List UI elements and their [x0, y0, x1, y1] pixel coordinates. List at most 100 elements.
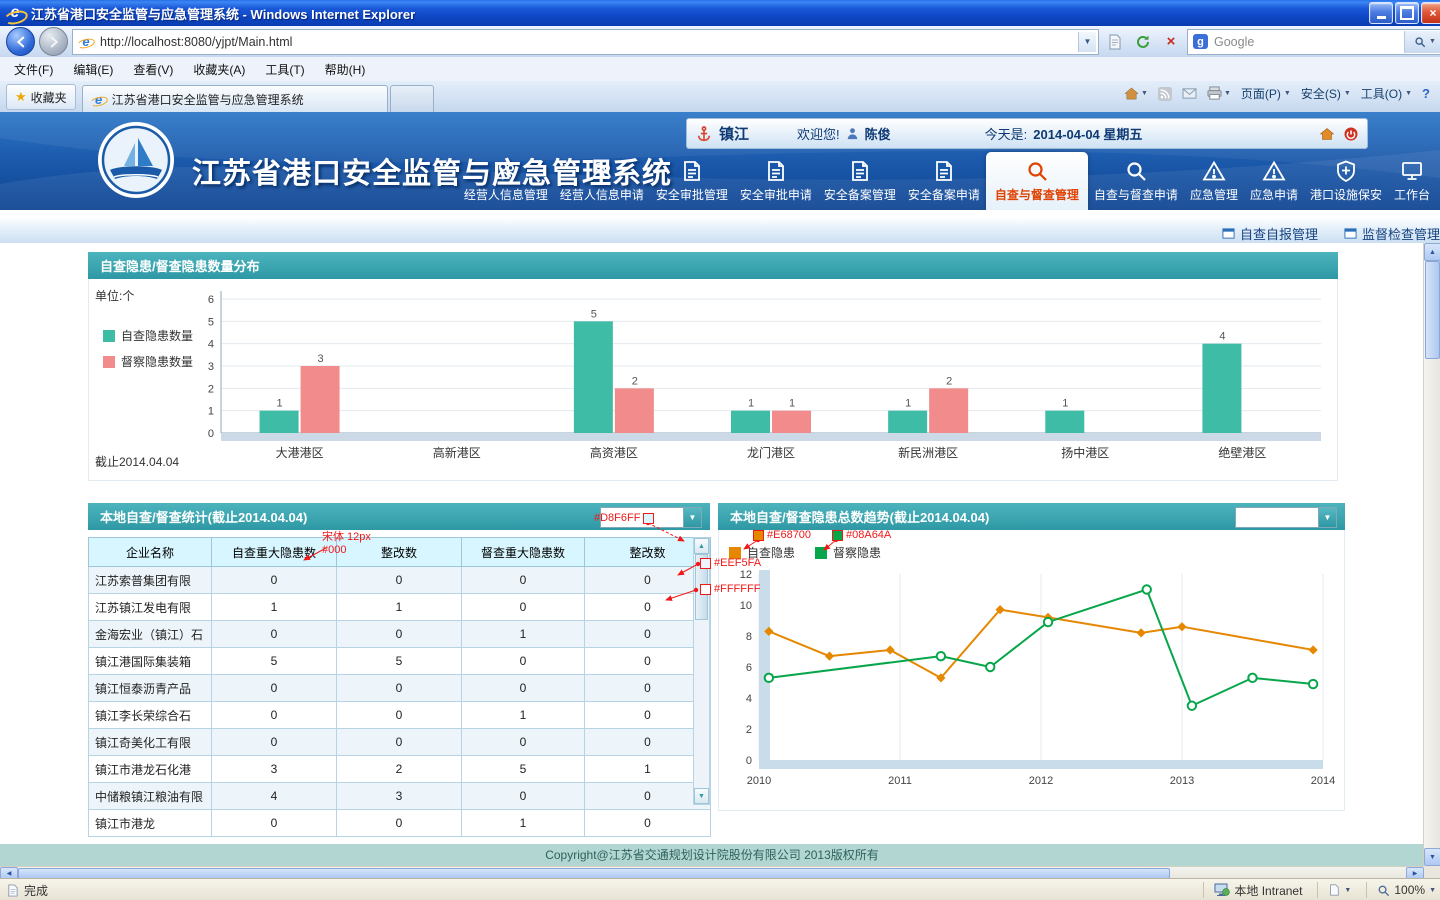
- value-cell: 1: [585, 756, 711, 783]
- search-button[interactable]: ▼: [1404, 31, 1440, 53]
- nav-item-11[interactable]: 港口设施保安: [1304, 154, 1388, 210]
- address-input[interactable]: [98, 34, 1074, 50]
- table-row[interactable]: 镇江市港龙0010: [89, 810, 711, 837]
- scroll-up-button[interactable]: ▲: [694, 538, 709, 554]
- company-name-cell: 镇江恒泰沥青产品: [89, 675, 212, 702]
- address-dropdown-button[interactable]: ▼: [1078, 32, 1096, 52]
- legend-item: 督察隐患: [815, 544, 881, 561]
- submenu-self-report[interactable]: 自查自报管理: [1222, 224, 1318, 243]
- table-row[interactable]: 江苏镇江发电有限1100: [89, 594, 711, 621]
- document-icon: [764, 159, 788, 183]
- value-cell: 0: [337, 567, 462, 594]
- zoom-control[interactable]: 100% ▼: [1366, 882, 1440, 898]
- nav-item-12[interactable]: 工作台: [1388, 154, 1436, 210]
- page-content: 自查隐患/督查隐患数量分布 单位:个 自查隐患数量督察隐患数量 截止2014.0…: [0, 243, 1424, 866]
- minimize-button[interactable]: [1369, 2, 1393, 24]
- vertical-scrollbar[interactable]: ▲ ▼: [1423, 243, 1440, 866]
- menu-favorites[interactable]: 收藏夹(A): [183, 58, 255, 81]
- nav-item-5[interactable]: 安全备案管理: [818, 154, 902, 210]
- ie-logo-icon: e: [5, 5, 25, 21]
- feed-icon[interactable]: [1158, 87, 1172, 101]
- table-row[interactable]: 江苏索普集团有限0000: [89, 567, 711, 594]
- nav-item-6[interactable]: 安全备案申请: [902, 154, 986, 210]
- svg-text:8: 8: [746, 631, 752, 643]
- page-menu[interactable]: 页面(P)▼: [1241, 85, 1291, 102]
- nav-label: 应急管理: [1190, 186, 1238, 203]
- nav-label: 应急申请: [1250, 186, 1298, 203]
- user-name: 陈俊: [865, 124, 891, 143]
- tools-menu[interactable]: 工具(O)▼: [1361, 85, 1412, 102]
- security-menu[interactable]: 安全(S)▼: [1301, 85, 1351, 102]
- home-button[interactable]: ▼: [1124, 86, 1148, 101]
- svg-text:1: 1: [905, 398, 911, 410]
- menu-edit[interactable]: 编辑(E): [63, 58, 123, 81]
- scroll-down-button[interactable]: ▼: [1424, 848, 1440, 866]
- search-input[interactable]: [1212, 34, 1400, 50]
- table-row[interactable]: 中储粮镇江粮油有限4300: [89, 783, 711, 810]
- table-row[interactable]: 镇江奇美化工有限0000: [89, 729, 711, 756]
- menu-help[interactable]: 帮助(H): [315, 58, 376, 81]
- table-row[interactable]: 镇江港国际集装箱5500: [89, 648, 711, 675]
- close-button[interactable]: ×: [1421, 2, 1440, 24]
- table-row[interactable]: 镇江市港龙石化港3251: [89, 756, 711, 783]
- search-box[interactable]: g ▼: [1187, 29, 1440, 55]
- restore-button[interactable]: [1395, 2, 1419, 24]
- scrollbar-corner: [1424, 866, 1440, 878]
- home-shortcut-icon[interactable]: [1319, 126, 1335, 142]
- nav-item-9[interactable]: 应急管理: [1184, 154, 1244, 210]
- nav-item-7[interactable]: 自查与督查管理: [986, 152, 1088, 210]
- scroll-up-button[interactable]: ▲: [1424, 243, 1440, 261]
- value-cell: 0: [462, 648, 585, 675]
- nav-item-4[interactable]: 安全审批申请: [734, 154, 818, 210]
- table-scrollbar[interactable]: ▲ ▼: [693, 537, 710, 805]
- svg-text:0: 0: [746, 755, 752, 767]
- nav-item-3[interactable]: 安全审批管理: [650, 154, 734, 210]
- value-cell: 0: [337, 729, 462, 756]
- date-value: 2014-04-04 星期五: [1033, 124, 1142, 143]
- address-bar[interactable]: e ▼: [72, 29, 1099, 55]
- table-row[interactable]: 金海宏业（镇江）石0010: [89, 621, 711, 648]
- table-filter-dropdown[interactable]: ▼: [600, 507, 702, 528]
- menu-view[interactable]: 查看(V): [123, 58, 183, 81]
- submenu-supervision[interactable]: 监督检查管理: [1344, 224, 1440, 243]
- logout-icon[interactable]: [1343, 126, 1359, 142]
- trend-filter-dropdown[interactable]: ▼: [1235, 507, 1337, 528]
- print-button[interactable]: ▼: [1207, 86, 1231, 101]
- favorites-button[interactable]: ★ 收藏夹: [6, 84, 76, 110]
- nav-item-1[interactable]: 经营人信息管理: [458, 154, 554, 210]
- nav-item-2[interactable]: 经营人信息申请: [554, 154, 650, 210]
- phishing-filter[interactable]: ▼: [1317, 882, 1361, 898]
- nav-item-8[interactable]: 自查与督查申请: [1088, 154, 1184, 210]
- scroll-thumb[interactable]: [695, 554, 708, 620]
- compatibility-view-button[interactable]: [1103, 30, 1127, 54]
- back-button[interactable]: [6, 27, 35, 56]
- svg-text:3: 3: [208, 361, 214, 373]
- forward-button[interactable]: [39, 27, 68, 56]
- value-cell: 1: [462, 810, 585, 837]
- nav-label: 港口设施保安: [1310, 186, 1382, 203]
- value-cell: 0: [212, 567, 337, 594]
- security-menu-label: 安全(S): [1301, 85, 1341, 102]
- scroll-down-button[interactable]: ▼: [694, 788, 709, 804]
- stats-table-wrap: 企业名称自查重大隐患数整改数督查重大隐患数整改数 江苏索普集团有限0000江苏镇…: [88, 537, 710, 803]
- scroll-thumb[interactable]: [1425, 261, 1440, 359]
- mail-button[interactable]: [1182, 87, 1197, 100]
- table-row[interactable]: 镇江李长荣综合石0010: [89, 702, 711, 729]
- app-logo: [96, 120, 176, 200]
- chevron-down-icon[interactable]: ▼: [683, 508, 701, 527]
- table-row[interactable]: 镇江恒泰沥青产品0000: [89, 675, 711, 702]
- svg-text:1: 1: [748, 398, 754, 410]
- document-icon: [680, 159, 704, 183]
- stop-button[interactable]: ×: [1159, 30, 1183, 54]
- browser-tab[interactable]: e 江苏省港口安全监管与应急管理系统: [82, 85, 388, 112]
- nav-item-10[interactable]: 应急申请: [1244, 154, 1304, 210]
- menu-file[interactable]: 文件(F): [4, 58, 63, 81]
- new-tab-stub[interactable]: [390, 85, 434, 112]
- refresh-button[interactable]: [1131, 30, 1155, 54]
- svg-text:10: 10: [740, 600, 752, 612]
- help-button[interactable]: ?: [1422, 86, 1430, 101]
- legend-label: 督察隐患: [833, 544, 881, 561]
- menu-tools[interactable]: 工具(T): [255, 58, 314, 81]
- chevron-down-icon[interactable]: ▼: [1318, 508, 1336, 527]
- svg-text:1: 1: [789, 398, 795, 410]
